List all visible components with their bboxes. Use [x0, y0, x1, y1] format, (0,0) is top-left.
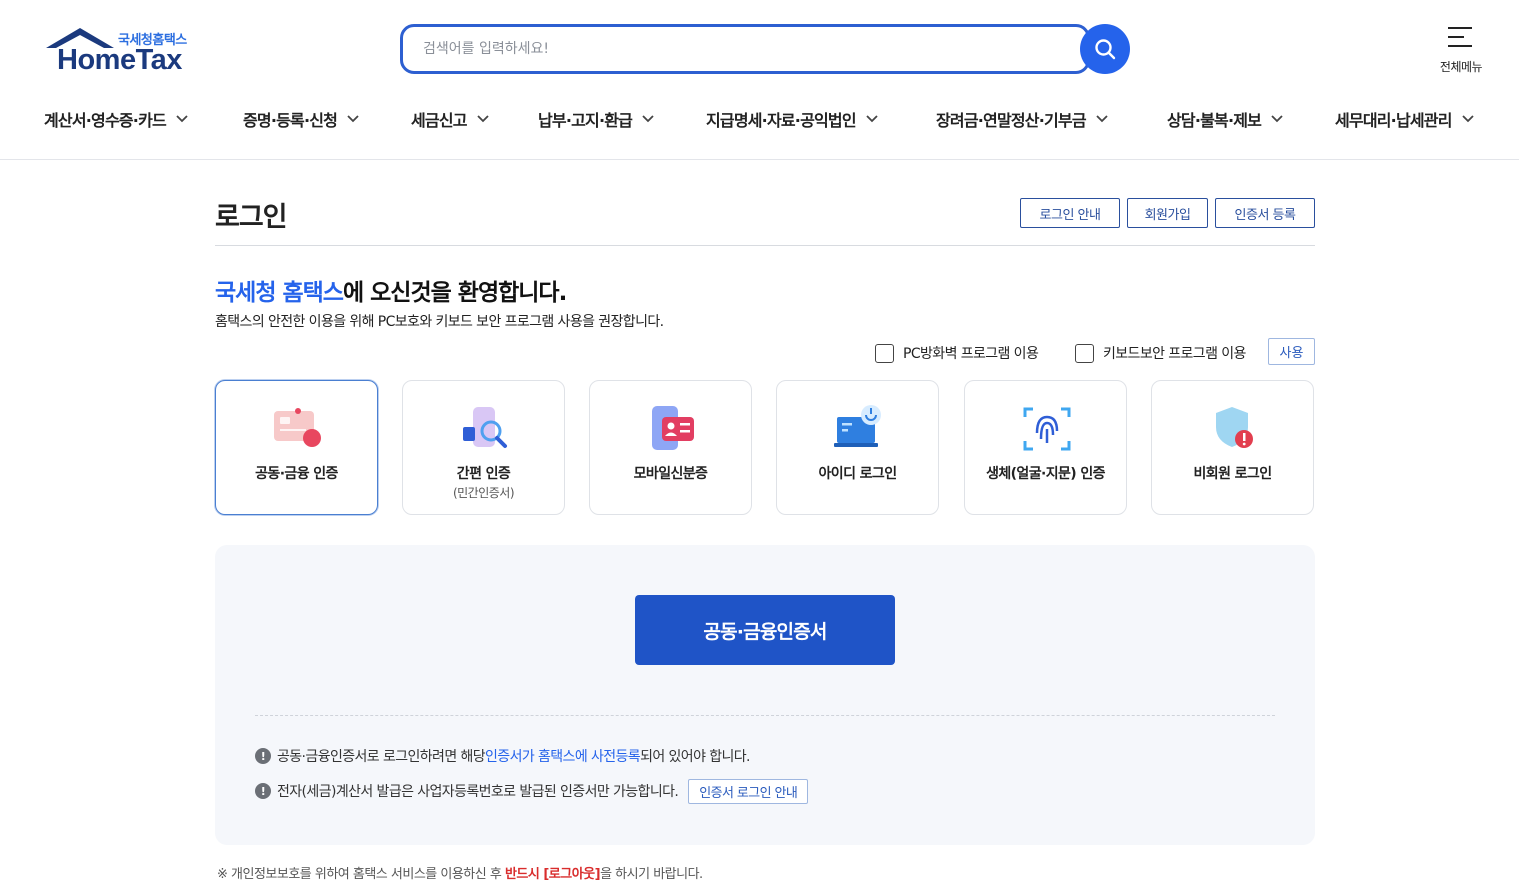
login-method-sublabel: (민간인증서)	[452, 486, 515, 500]
logout-warning: 반드시 [로그아웃]	[504, 867, 601, 882]
search-icon	[1095, 39, 1116, 60]
exclamation-icon: !	[255, 783, 271, 799]
welcome-text: 에 오신것을 환영합니다.	[342, 280, 567, 306]
preregistration-link[interactable]: 인증서가 홈택스에 사전등록	[485, 746, 641, 766]
login-method-mobile-id[interactable]: 모바일신분증	[589, 380, 752, 515]
hometax-logo[interactable]: 국세청홈택스 HomeTax	[44, 26, 196, 76]
certificate-card-icon	[274, 408, 321, 447]
keyboard-security-checkbox[interactable]	[1075, 343, 1094, 363]
login-method-label: 모바일신분증	[633, 466, 708, 482]
login-method-label: 아이디 로그인	[818, 466, 898, 482]
login-method-biometric[interactable]: 생체(얼굴·지문) 인증	[964, 380, 1127, 515]
chevron-down-icon	[176, 115, 188, 123]
login-guide-button[interactable]: 로그인 안내	[1020, 198, 1120, 228]
logo-english-text: HomeTax	[57, 44, 182, 76]
id-login-icon	[834, 405, 881, 447]
certificate-login-guide-button[interactable]: 인증서 로그인 안내	[688, 778, 809, 804]
search-button[interactable]	[1080, 24, 1130, 74]
login-method-id-login[interactable]: 아이디 로그인	[776, 380, 939, 515]
joint-financial-certificate-button[interactable]: 공동·금융인증서	[635, 595, 895, 665]
title-divider	[215, 245, 1315, 246]
option-keyboard-security[interactable]: 키보드보안 프로그램 이용	[1075, 342, 1246, 364]
dashed-divider	[255, 715, 1275, 716]
hamburger-icon	[1448, 27, 1472, 47]
option-pc-firewall[interactable]: PC방화벽 프로그램 이용	[875, 342, 1039, 364]
nav-item-statements[interactable]: 지급명세·자료·공익법인	[706, 104, 878, 134]
exclamation-icon: !	[255, 748, 271, 764]
nav-item-consulting[interactable]: 상담·불복·제보	[1167, 104, 1283, 134]
pc-firewall-label: PC방화벽 프로그램 이용	[903, 346, 1039, 362]
chevron-down-icon	[642, 115, 654, 123]
shield-icon	[1216, 407, 1253, 448]
keyboard-security-label: 키보드보안 프로그램 이용	[1103, 346, 1246, 362]
welcome-subtext: 홈택스의 안전한 이용을 위해 PC보호와 키보드 보안 프로그램 사용을 권장…	[215, 314, 664, 330]
nav-item-invoices[interactable]: 계산서·영수증·카드	[44, 104, 188, 134]
use-button[interactable]: 사용	[1268, 338, 1315, 365]
chevron-down-icon	[1096, 115, 1108, 123]
welcome-highlight: 국세청 홈택스	[215, 280, 344, 306]
all-menu-button[interactable]: 전체메뉴	[1432, 24, 1490, 78]
mobile-id-icon	[652, 406, 694, 450]
nav-item-incentives[interactable]: 장려금·연말정산·기부금	[936, 104, 1108, 134]
nav-item-tax-return[interactable]: 세금신고	[411, 104, 489, 134]
search-box	[400, 24, 1090, 74]
login-method-label: 공동·금융 인증	[255, 466, 338, 482]
sign-up-button[interactable]: 회원가입	[1127, 198, 1208, 228]
chevron-down-icon	[1271, 115, 1283, 123]
register-certificate-button[interactable]: 인증서 등록	[1215, 198, 1315, 228]
chevron-down-icon	[1462, 115, 1474, 123]
login-method-simple-auth[interactable]: 간편 인증 (민간인증서)	[402, 380, 565, 515]
welcome-heading: 국세청 홈택스에 오신것을 환영합니다.	[215, 273, 567, 307]
all-menu-label: 전체메뉴	[1439, 60, 1483, 74]
main-navigation: 계산서·영수증·카드 증명·등록·신청 세금신고 납부·고지·환급 지급명세·자…	[0, 104, 1519, 134]
login-method-guest[interactable]: 비회원 로그인	[1151, 380, 1314, 515]
nav-item-certificates[interactable]: 증명·등록·신청	[243, 104, 359, 134]
login-method-label: 비회원 로그인	[1193, 466, 1273, 482]
chevron-down-icon	[477, 115, 489, 123]
login-method-joint-financial[interactable]: 공동·금융 인증	[215, 380, 378, 515]
fingerprint-icon	[1023, 407, 1071, 451]
site-header: 국세청홈택스 HomeTax 전체메뉴 계산서·영수증·카드 증명·등록·신청 …	[0, 0, 1519, 160]
simple-auth-icon	[463, 407, 507, 448]
notice-business-certificate: ! 전자(세금)계산서 발급은 사업자등록번호로 발급된 인증서만 가능합니다.…	[255, 778, 809, 804]
notice-preregistration: ! 공동·금융인증서로 로그인하려면 해당 인증서가 홈택스에 사전등록 되어 …	[255, 744, 750, 768]
login-panel: 공동·금융인증서 ! 공동·금융인증서로 로그인하려면 해당 인증서가 홈택스에…	[215, 545, 1315, 845]
login-method-label: 생체(얼굴·지문) 인증	[986, 466, 1105, 482]
chevron-down-icon	[347, 115, 359, 123]
search-input[interactable]	[423, 37, 1063, 61]
privacy-notice: ※ 개인정보보호를 위하여 홈택스 서비스를 이용하신 후 반드시 [로그아웃]…	[217, 867, 703, 882]
nav-item-payment[interactable]: 납부·고지·환급	[538, 104, 654, 134]
login-method-label: 간편 인증	[456, 466, 511, 482]
pc-firewall-checkbox[interactable]	[875, 343, 894, 363]
nav-item-tax-agent[interactable]: 세무대리·납세관리	[1335, 104, 1474, 134]
page-title: 로그인	[215, 202, 288, 233]
chevron-down-icon	[866, 115, 878, 123]
